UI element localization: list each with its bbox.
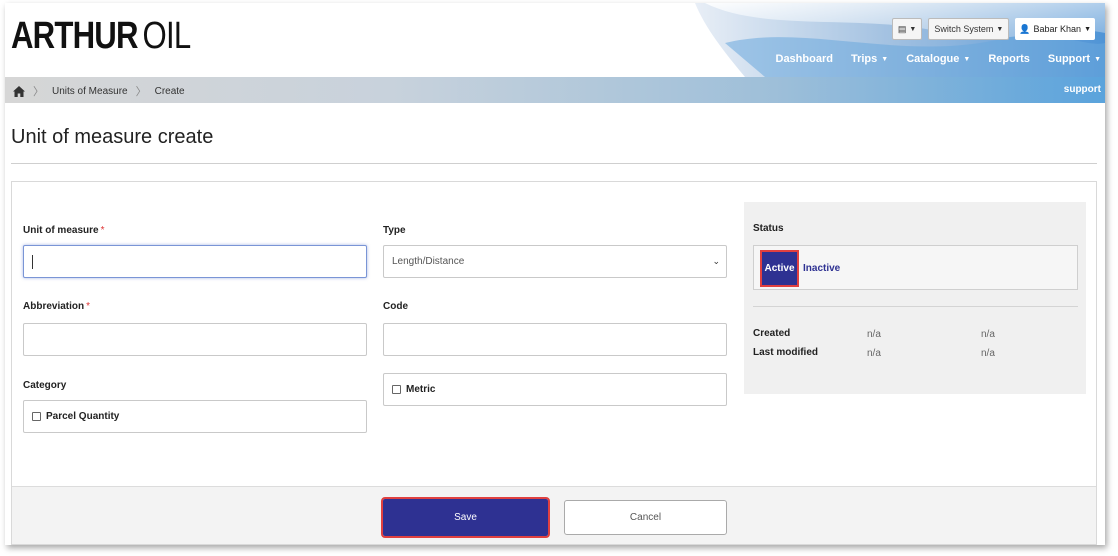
chevron-right-icon: 〉: [135, 86, 147, 98]
device-menu-button[interactable]: ▤ ▼: [891, 18, 923, 40]
category-label: Category: [23, 380, 67, 391]
top-controls: ▤ ▼ Switch System ▼ 👤 Babar Khan ▼: [891, 18, 1095, 40]
cancel-button[interactable]: Cancel: [564, 500, 727, 535]
text-cursor: [32, 254, 33, 269]
nav-support[interactable]: Support ▼: [1048, 53, 1101, 65]
metric-box: Metric: [383, 373, 727, 406]
chevron-down-icon: ▼: [909, 25, 917, 33]
metric-label[interactable]: Metric: [406, 384, 435, 395]
nav-label: Dashboard: [775, 53, 833, 65]
support-link[interactable]: support: [1064, 84, 1101, 95]
nav-label: Reports: [988, 53, 1030, 65]
label-text: Abbreviation: [23, 301, 85, 312]
abbreviation-label: Abbreviation *: [23, 301, 90, 312]
main-nav: Dashboard Trips ▼ Catalogue ▼ Reports Supp…: [776, 53, 1102, 65]
nav-label: Trips: [850, 53, 878, 65]
parcel-quantity-checkbox[interactable]: [32, 412, 41, 421]
label-text: Unit of measure: [23, 225, 99, 236]
type-select[interactable]: Length/Distance ⌄: [383, 245, 727, 278]
created-at-value: n/a: [981, 329, 995, 340]
form-panel: Unit of measure * Abbreviation * Category …: [11, 181, 1097, 545]
user-menu-button[interactable]: 👤 Babar Khan ▼: [1015, 18, 1095, 40]
status-divider: [753, 306, 1078, 307]
chevron-down-icon: ▼: [1094, 55, 1101, 63]
status-label: Status: [753, 223, 784, 234]
breadcrumb-create: Create: [154, 85, 185, 97]
code-input[interactable]: [383, 323, 727, 356]
chevron-right-icon: 〉: [33, 86, 44, 98]
user-name: Babar Khan: [1033, 24, 1082, 34]
title-divider: [11, 163, 1097, 164]
home-icon[interactable]: [13, 85, 25, 97]
modified-by-value: n/a: [867, 348, 881, 359]
nav-reports[interactable]: Reports: [988, 53, 1030, 65]
logo-text-light: OIL: [142, 15, 192, 57]
parcel-quantity-label[interactable]: Parcel Quantity: [46, 411, 119, 422]
page-title: Unit of measure create: [11, 126, 214, 148]
unit-of-measure-input[interactable]: [23, 245, 367, 278]
nav-label: Catalogue: [906, 53, 960, 65]
chevron-down-icon: ▼: [1084, 25, 1091, 33]
status-panel: Status Active Inactive Created n/a n/a L…: [744, 202, 1086, 394]
switch-system-button[interactable]: Switch System ▼: [928, 18, 1010, 40]
logo-text-bold: ARTHUR: [11, 15, 138, 57]
last-modified-label: Last modified: [753, 347, 819, 358]
type-label: Type: [383, 225, 406, 236]
status-active-button[interactable]: Active: [760, 250, 799, 287]
chevron-down-icon: ▼: [996, 25, 1004, 33]
breadcrumb-units-of-measure[interactable]: Units of Measure: [52, 86, 128, 97]
required-marker: *: [100, 225, 105, 236]
user-icon: 👤: [1019, 23, 1031, 34]
metric-checkbox[interactable]: [392, 385, 401, 394]
created-label: Created: [753, 328, 791, 339]
app-window: ARTHUR OIL ▤ ▼ Switch System ▼ 👤 Babar Khan…: [5, 3, 1105, 545]
category-box: Parcel Quantity: [23, 400, 367, 433]
code-label: Code: [383, 301, 408, 312]
nav-catalogue[interactable]: Catalogue ▼: [906, 53, 970, 65]
save-button[interactable]: Save: [381, 497, 550, 538]
breadcrumb: 〉 Units of Measure 〉 Create: [13, 83, 185, 99]
nav-trips[interactable]: Trips ▼: [851, 53, 888, 65]
unit-of-measure-label: Unit of measure *: [23, 225, 104, 236]
nav-dashboard[interactable]: Dashboard: [776, 53, 833, 65]
breadcrumb-bar: 〉 Units of Measure 〉 Create support: [5, 77, 1105, 103]
device-icon: ▤: [897, 23, 907, 34]
form-footer: Save Cancel: [12, 486, 1096, 544]
nav-label: Support: [1047, 53, 1091, 65]
required-marker: *: [86, 301, 91, 312]
header: ARTHUR OIL ▤ ▼ Switch System ▼ 👤 Babar Khan…: [5, 3, 1105, 77]
chevron-down-icon: ▼: [963, 55, 971, 63]
switch-system-label: Switch System: [934, 24, 994, 34]
brand-logo[interactable]: ARTHUR OIL: [11, 15, 192, 58]
chevron-down-icon: ▼: [881, 55, 889, 63]
type-selected-value: Length/Distance: [392, 256, 465, 267]
created-by-value: n/a: [867, 329, 881, 340]
status-inactive-button[interactable]: Inactive: [803, 263, 840, 274]
modified-at-value: n/a: [981, 348, 995, 359]
chevron-down-icon: ⌄: [712, 256, 720, 266]
abbreviation-input[interactable]: [23, 323, 367, 356]
status-toggle-group: Active Inactive: [753, 245, 1078, 290]
